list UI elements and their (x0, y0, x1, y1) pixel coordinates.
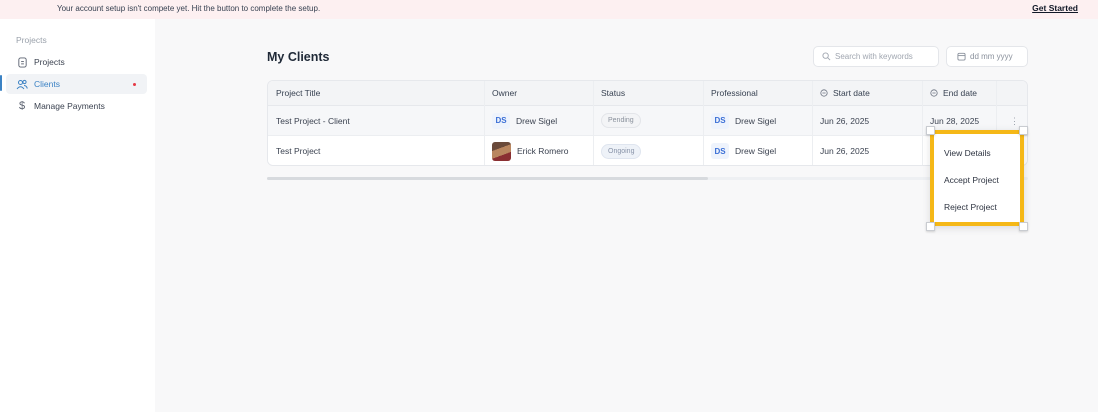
resize-handle[interactable] (1019, 222, 1028, 231)
column-header-project-title[interactable]: Project Title (276, 81, 320, 105)
view-details-menu-item[interactable]: View Details (944, 148, 991, 158)
date-filter-input[interactable]: dd mm yyyy (946, 46, 1028, 67)
sidebar-item-manage-payments[interactable]: $ Manage Payments (6, 96, 147, 116)
column-header-professional[interactable]: Professional (711, 81, 758, 105)
owner-cell: Erick Romero (492, 136, 569, 165)
column-header-end-date[interactable]: End date (930, 81, 977, 105)
status-badge: Pending (601, 113, 641, 128)
owner-cell: DS Drew Sigel (492, 106, 557, 135)
search-icon (822, 52, 831, 61)
status-badge: Ongoing (601, 143, 642, 159)
column-divider (922, 81, 923, 165)
avatar: DS (711, 112, 729, 129)
document-icon (16, 56, 28, 68)
date-placeholder: dd mm yyyy (970, 52, 1013, 61)
column-divider (484, 81, 485, 165)
owner-name: Erick Romero (517, 146, 569, 156)
table-row[interactable]: Test Project Erick Romero Ongoing DS Dre… (268, 136, 1027, 165)
sidebar-item-label: Manage Payments (34, 101, 105, 111)
column-header-start-date[interactable]: Start date (820, 81, 870, 105)
scrollbar-thumb[interactable] (267, 177, 708, 180)
users-icon (16, 78, 28, 90)
start-date-cell: Jun 26, 2025 (820, 115, 870, 126)
sidebar-item-clients[interactable]: Clients (6, 74, 147, 94)
owner-name: Drew Sigel (516, 115, 558, 126)
professional-name: Drew Sigel (735, 115, 777, 126)
notification-dot (133, 83, 136, 86)
calendar-icon (957, 52, 966, 61)
get-started-link[interactable]: Get Started (1032, 3, 1078, 13)
resize-handle[interactable] (1019, 126, 1028, 135)
column-divider (703, 81, 704, 165)
resize-handle[interactable] (926, 222, 935, 231)
status-cell: Pending (601, 106, 641, 135)
resize-handle[interactable] (926, 126, 935, 135)
professional-name: Drew Sigel (735, 146, 777, 156)
avatar (492, 141, 511, 161)
column-header-label: End date (943, 88, 978, 98)
project-title-cell: Test Project - Client (276, 115, 350, 126)
clock-icon (820, 89, 828, 97)
sidebar-item-projects[interactable]: Projects (6, 52, 147, 72)
column-divider (812, 81, 813, 165)
dollar-icon: $ (18, 100, 26, 112)
reject-project-menu-item[interactable]: Reject Project (944, 202, 997, 212)
sidebar-item-label: Projects (34, 57, 65, 67)
search-input[interactable]: Search with keywords (813, 46, 939, 67)
column-header-label: Start date (833, 88, 870, 98)
setup-banner: Your account setup isn't compete yet. Hi… (0, 0, 1098, 19)
avatar: DS (492, 112, 510, 129)
page-title: My Clients (267, 50, 330, 64)
active-indicator (0, 75, 2, 91)
avatar: DS (711, 143, 729, 159)
clients-table: Project Title Owner Status Professional … (267, 80, 1028, 166)
column-header-owner[interactable]: Owner (492, 81, 517, 105)
professional-cell: DS Drew Sigel (711, 106, 776, 135)
status-cell: Ongoing (601, 136, 642, 165)
sidebar-item-label: Clients (34, 79, 60, 89)
column-divider (593, 81, 594, 165)
column-header-status[interactable]: Status (601, 81, 625, 105)
table-row[interactable]: Test Project - Client DS Drew Sigel Pend… (268, 106, 1027, 136)
table-header: Project Title Owner Status Professional … (268, 81, 1027, 106)
clock-icon (930, 89, 938, 97)
sidebar: Projects Projects Clients $ Manage Payme… (0, 19, 155, 412)
sidebar-section-title: Projects (16, 35, 47, 45)
row-actions-dropdown: View Details Accept Project Reject Proje… (930, 130, 1024, 226)
search-placeholder: Search with keywords (835, 52, 913, 61)
accept-project-menu-item[interactable]: Accept Project (944, 175, 999, 185)
project-title-cell: Test Project (276, 146, 321, 156)
start-date-cell: Jun 26, 2025 (820, 146, 870, 156)
banner-message: Your account setup isn't compete yet. Hi… (57, 4, 321, 13)
professional-cell: DS Drew Sigel (711, 136, 777, 165)
